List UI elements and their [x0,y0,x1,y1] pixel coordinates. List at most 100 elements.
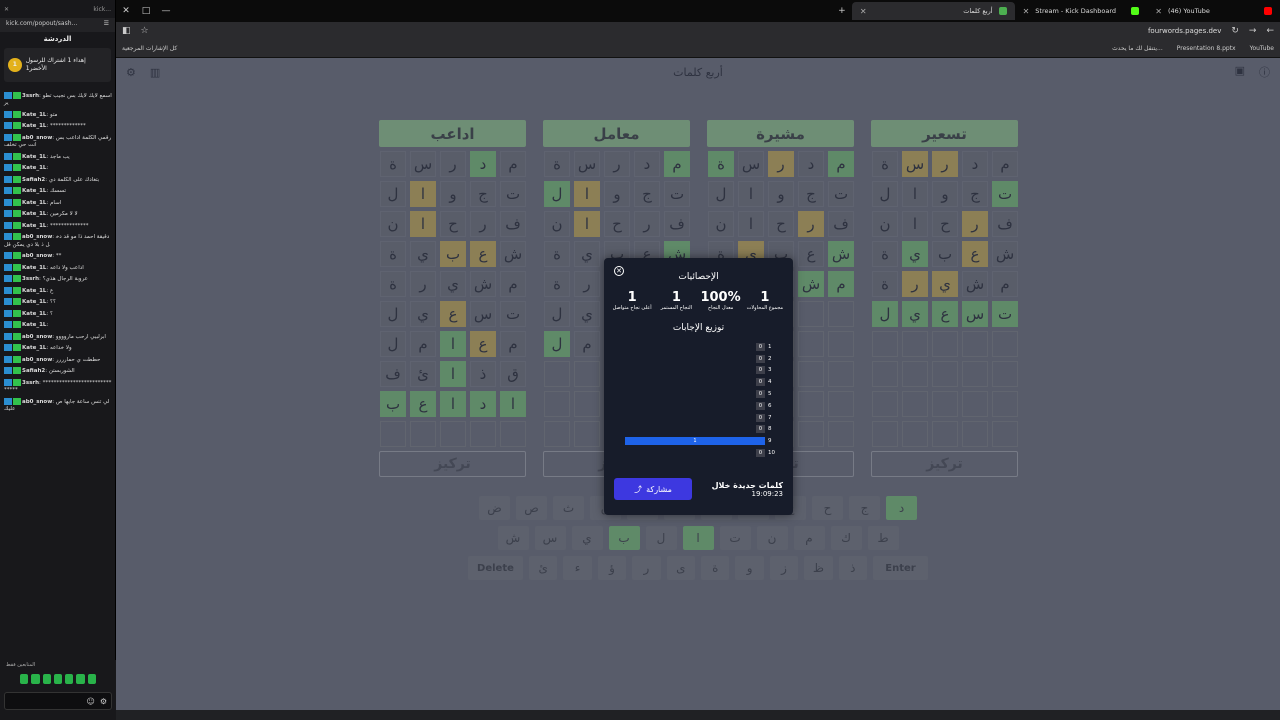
calendar-icon[interactable]: ▣ [1235,64,1245,80]
close-tab-icon[interactable]: ✕ [1023,7,1030,16]
emote-icon[interactable] [42,674,51,684]
forward-icon[interactable]: → [1249,26,1257,36]
close-tab-icon[interactable]: ✕ [860,7,867,16]
chat-username[interactable]: Kate_1L [22,211,46,217]
letter-key[interactable]: ا [682,526,714,550]
focus-button[interactable]: تركيز [379,451,526,477]
distribution-guess-number: 1 [768,343,772,350]
letter-key[interactable]: ب [608,526,640,550]
emote-icon[interactable] [53,674,63,684]
chat-username[interactable]: ab0_snow [22,357,52,363]
help-icon[interactable]: ⓘ [1259,64,1270,80]
pinned-message[interactable]: 1 إهداء 1 اشتراك للرسول الأخضر1 [4,48,111,82]
chat-username[interactable]: 3ssrh [22,276,39,282]
letter-key[interactable]: ئ [528,556,558,580]
letter-key[interactable]: ط [867,526,899,550]
settings-icon[interactable]: ⚙ [100,697,107,706]
focus-button[interactable]: تركيز [871,451,1018,477]
chat-url-bar[interactable]: kick.com/popout/sash... ☰ [0,18,115,32]
letter-tile [962,391,988,417]
extensions-icon[interactable]: ◧ [122,26,131,36]
letter-key[interactable]: ء [563,556,592,580]
chat-username[interactable]: Kate_1L [22,345,46,351]
bookmark-star-icon[interactable]: ☆ [141,26,149,36]
letter-key[interactable]: ش [497,526,529,550]
letter-key[interactable]: ك [830,526,862,550]
tab-fourwords[interactable]: ✕ أربع كلمات [851,2,1015,20]
share-button[interactable]: مشاركة ⤴ [614,478,692,500]
chat-username[interactable]: ab0_snow [22,135,52,141]
chat-username[interactable]: Kate_1L [22,200,46,206]
emote-icon[interactable] [31,674,40,684]
url-text[interactable]: fourwords.pages.dev [1148,27,1221,35]
chat-username[interactable]: Kate_1L [22,112,46,118]
letter-key[interactable]: م [793,526,825,550]
close-tab-icon[interactable]: ✕ [1155,7,1162,16]
chat-username[interactable]: 3ssrh [22,93,39,99]
bookmark-youtube[interactable]: YouTube [1250,45,1274,52]
letter-key[interactable]: ذ [838,556,868,580]
emote-icon[interactable] [76,674,85,684]
letter-key[interactable]: ن [756,526,788,550]
chat-username[interactable]: ab0_snow [22,399,52,405]
letter-key[interactable]: ح [812,496,843,520]
letter-key[interactable]: ظ [804,556,833,580]
chat-username[interactable]: Kate_1L [22,322,46,328]
letter-key[interactable]: ل [645,526,677,550]
stats-icon[interactable]: ▥ [150,66,160,79]
letter-tile: ل [872,301,898,327]
chat-username[interactable]: 3ssrh [22,380,39,386]
maximize-window-icon[interactable]: □ [136,6,156,16]
letter-key[interactable]: ى [666,556,695,580]
letter-key[interactable]: ض [479,496,510,520]
bookmark-all[interactable]: كل الإشارات المرجعية [122,45,177,52]
tab-youtube[interactable]: ✕ (46) YouTube [1147,2,1280,20]
emote-icon[interactable] [20,674,29,684]
emoji-icon[interactable]: ☺ [86,697,94,706]
chat-username[interactable]: Kate_1L [22,311,46,317]
letter-key[interactable]: ي [571,526,603,550]
letter-key[interactable]: ؤ [597,556,627,580]
letter-key[interactable]: ت [719,526,751,550]
letter-tile: ي [902,241,928,267]
enter-key[interactable]: Enter [873,556,929,580]
chat-username[interactable]: Kate_1L [22,288,46,294]
delete-key[interactable]: Delete [467,556,523,580]
tab-kick-dashboard[interactable]: ✕ Stream - Kick Dashboard [1015,2,1148,20]
letter-key[interactable]: و [735,556,764,580]
chat-username[interactable]: Safiah2 [22,177,45,183]
back-icon[interactable]: ← [1266,26,1274,36]
emote-icon[interactable] [87,674,96,684]
chat-username[interactable]: ab0_snow [22,234,52,240]
chat-input[interactable]: ☺ ⚙ [4,692,112,710]
menu-icon[interactable]: ☰ [104,20,109,30]
letter-key[interactable]: س [534,526,566,550]
chat-username[interactable]: Kate_1L [22,123,46,129]
letter-key[interactable]: ز [769,556,799,580]
letter-key[interactable]: ص [516,496,547,520]
chat-username[interactable]: Kate_1L [22,265,46,271]
letter-key[interactable]: ج [849,496,880,520]
reload-icon[interactable]: ↻ [1231,26,1239,36]
bookmark-x[interactable]: يتنقل لك ما يحدث... [1112,45,1163,52]
letter-key[interactable]: د [886,496,917,520]
letter-key[interactable]: ث [553,496,584,520]
close-icon[interactable]: ✕ [4,6,9,13]
settings-icon[interactable]: ⚙ [126,66,136,79]
chat-username[interactable]: Kate_1L [22,188,46,194]
chat-username[interactable]: ab0_snow [22,253,52,259]
bookmark-presentation[interactable]: Presentation 8.pptx [1177,45,1236,52]
close-window-icon[interactable]: ✕ [116,6,136,16]
minimize-window-icon[interactable]: — [156,6,176,16]
letter-key[interactable]: ر [632,556,661,580]
letter-key[interactable]: ة [701,556,730,580]
chat-username[interactable]: Kate_1L [22,299,46,305]
emote-icon[interactable] [65,674,74,684]
chat-username[interactable]: Kate_1L [22,165,46,171]
new-tab-icon[interactable]: + [832,6,852,16]
close-icon[interactable]: ✕ [614,266,624,276]
chat-username[interactable]: Kate_1L [22,154,46,160]
chat-username[interactable]: ab0_snow [22,334,52,340]
chat-username[interactable]: Kate_1L [22,223,46,229]
chat-username[interactable]: Safiah2 [22,368,45,374]
